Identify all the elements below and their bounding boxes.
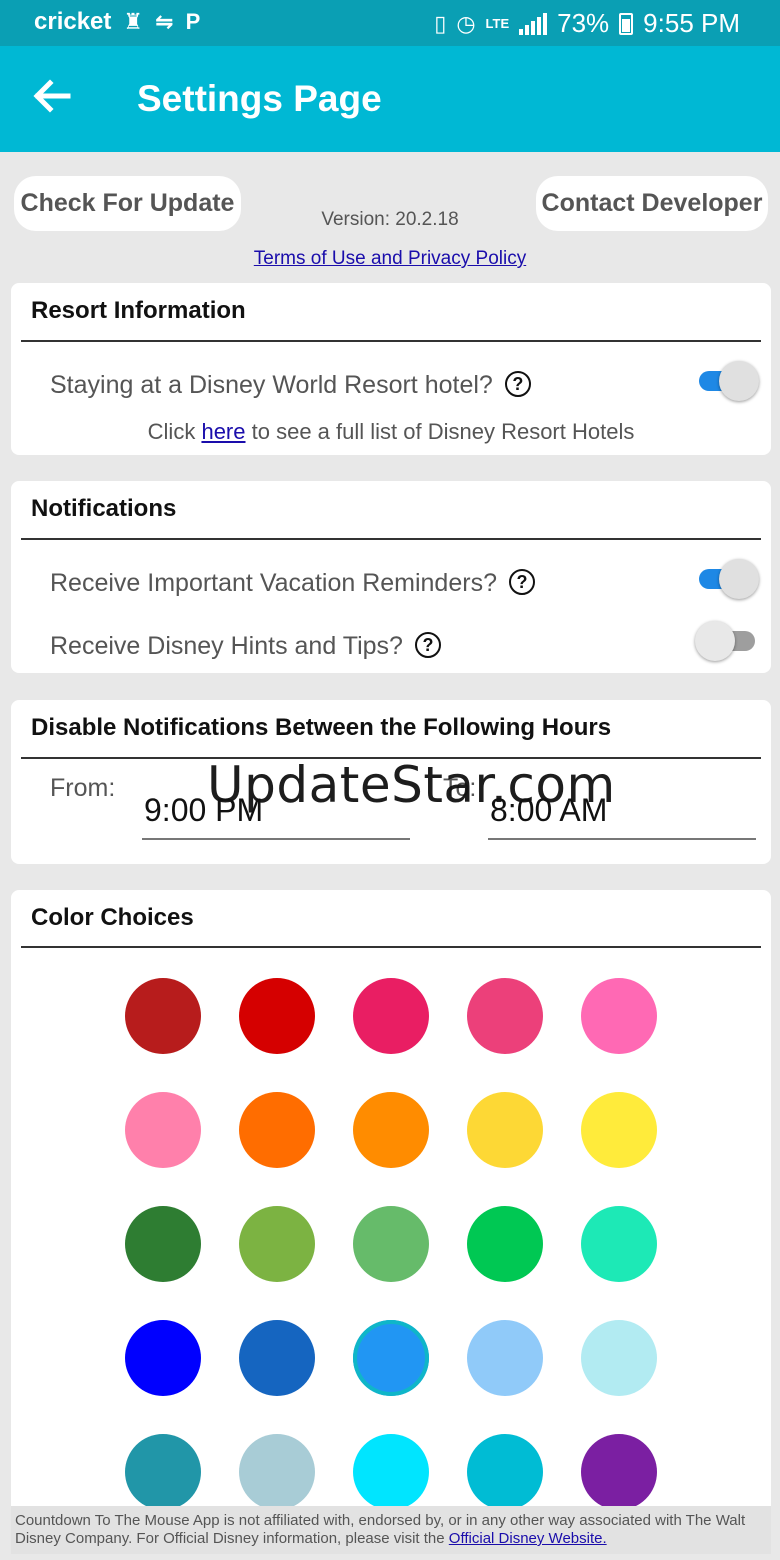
reminders-row: Receive Important Vacation Reminders??	[50, 569, 535, 598]
clock: 9:55 PM	[643, 8, 740, 38]
staying-toggle[interactable]	[697, 359, 759, 401]
terms-link[interactable]: Terms of Use and Privacy Policy	[0, 248, 780, 270]
color-swatch[interactable]	[581, 1092, 657, 1168]
color-swatch[interactable]	[467, 978, 543, 1054]
color-swatch[interactable]	[125, 1320, 201, 1396]
divider	[21, 340, 761, 342]
color-swatch[interactable]	[467, 1092, 543, 1168]
color-swatch[interactable]	[467, 1320, 543, 1396]
signal-icon	[519, 12, 548, 35]
back-arrow-icon[interactable]	[30, 74, 74, 118]
color-swatch[interactable]	[353, 1092, 429, 1168]
color-swatch[interactable]	[125, 1206, 201, 1282]
usb-icon: ⇋	[155, 9, 174, 34]
disclaimer-footer: Countdown To The Mouse App is not affili…	[11, 1506, 771, 1554]
divider	[21, 538, 761, 540]
from-label: From:	[50, 774, 116, 802]
resort-list-link[interactable]: here	[201, 419, 245, 444]
vibrate-icon: ▯	[434, 10, 447, 36]
notifications-card: Notifications Receive Important Vacation…	[11, 481, 771, 673]
color-swatch[interactable]	[581, 1206, 657, 1282]
staying-row: Staying at a Disney World Resort hotel??	[50, 371, 531, 400]
staying-label: Staying at a Disney World Resort hotel?	[50, 371, 493, 399]
color-swatch[interactable]	[239, 978, 315, 1054]
disclaimer-text: Countdown To The Mouse App is not affili…	[15, 1512, 746, 1547]
color-swatch[interactable]	[353, 1434, 429, 1510]
hints-label: Receive Disney Hints and Tips?	[50, 632, 403, 660]
color-swatch[interactable]	[581, 978, 657, 1054]
color-swatch[interactable]	[125, 978, 201, 1054]
carrier-name: cricket	[34, 8, 112, 35]
resort-info-title: Resort Information	[31, 297, 246, 324]
notifications-title: Notifications	[31, 495, 177, 522]
parking-icon: P	[185, 9, 201, 34]
color-swatch[interactable]	[353, 1206, 429, 1282]
resort-info-card: Resort Information Staying at a Disney W…	[11, 283, 771, 455]
color-swatch[interactable]	[239, 1434, 315, 1510]
page-title: Settings Page	[137, 78, 382, 119]
reminders-toggle[interactable]	[697, 557, 759, 599]
watermark: UpdateStar.com	[207, 756, 616, 814]
help-icon[interactable]: ?	[414, 632, 441, 658]
color-swatch-grid	[125, 978, 657, 1510]
color-swatch[interactable]	[581, 1434, 657, 1510]
color-swatch[interactable]	[125, 1434, 201, 1510]
color-swatch[interactable]	[239, 1206, 315, 1282]
color-swatch[interactable]	[239, 1320, 315, 1396]
contact-developer-button[interactable]: Contact Developer	[536, 176, 768, 231]
resort-list-line: Click here to see a full list of Disney …	[11, 419, 771, 445]
toggle-thumb	[719, 559, 759, 599]
help-icon[interactable]: ?	[508, 569, 535, 595]
battery-percent: 73%	[557, 8, 610, 38]
color-swatch[interactable]	[353, 1320, 429, 1396]
click-prefix: Click	[147, 419, 196, 444]
color-swatch[interactable]	[353, 978, 429, 1054]
toggle-thumb	[695, 621, 735, 661]
hints-row: Receive Disney Hints and Tips??	[50, 632, 441, 661]
status-bar: cricket ♜ ⇋ P ▯ ◷ LTE 73% 9:55 PM	[0, 0, 780, 46]
divider	[21, 946, 761, 948]
color-choices-card: Color Choices	[11, 890, 771, 1520]
color-swatch[interactable]	[125, 1092, 201, 1168]
help-icon[interactable]: ?	[504, 371, 531, 397]
battery-icon	[619, 12, 634, 35]
toggle-thumb	[719, 361, 759, 401]
color-swatch[interactable]	[581, 1320, 657, 1396]
hints-toggle[interactable]	[695, 619, 757, 661]
official-disney-link[interactable]: Official Disney Website.	[449, 1530, 607, 1547]
color-swatch[interactable]	[467, 1206, 543, 1282]
color-swatch[interactable]	[467, 1434, 543, 1510]
click-suffix: to see a full list of Disney Resort Hote…	[251, 419, 635, 444]
network-type: LTE	[485, 16, 510, 31]
color-swatch[interactable]	[239, 1092, 315, 1168]
castle-icon: ♜	[123, 9, 144, 34]
color-choices-title: Color Choices	[31, 904, 194, 931]
alarm-icon: ◷	[456, 10, 476, 36]
quiet-hours-title: Disable Notifications Between the Follow…	[31, 714, 612, 741]
reminders-label: Receive Important Vacation Reminders?	[50, 569, 497, 597]
app-bar: Settings Page	[0, 46, 780, 152]
